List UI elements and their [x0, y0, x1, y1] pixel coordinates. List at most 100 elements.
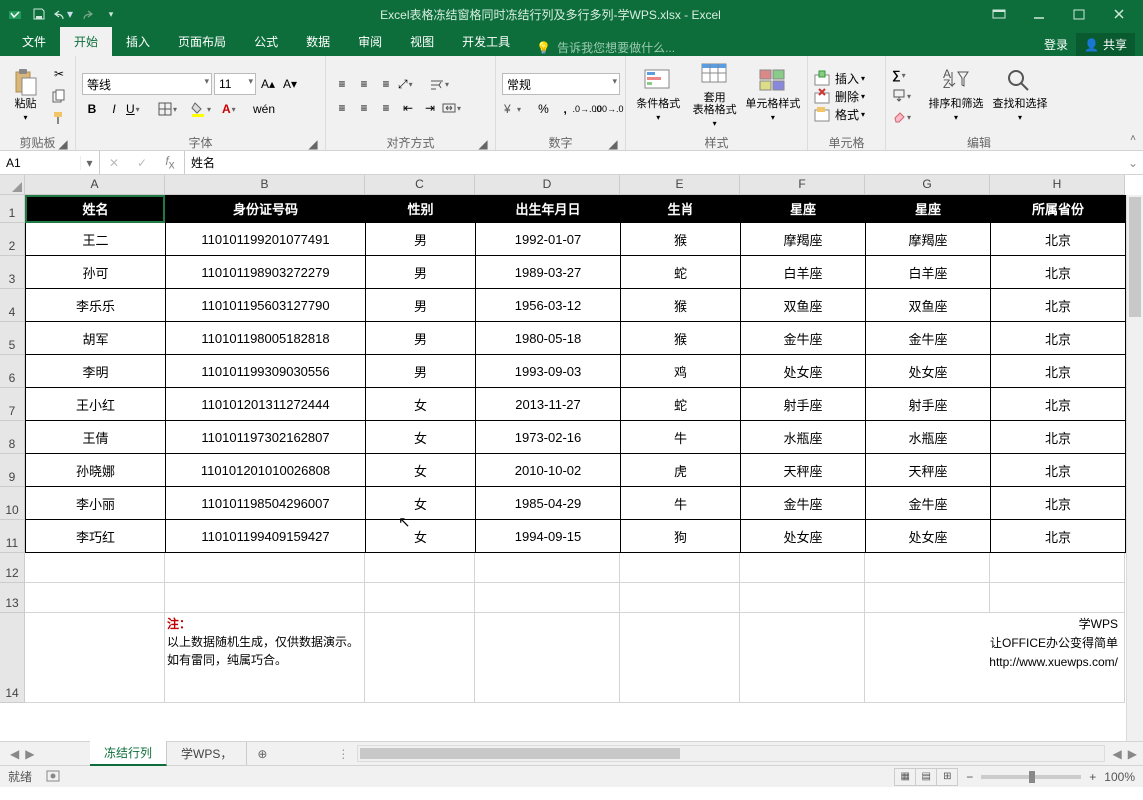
cell[interactable]: 110101195603127790: [166, 289, 366, 322]
cell[interactable]: 110101198005182818: [166, 322, 366, 355]
cell[interactable]: 110101201311272444: [166, 388, 366, 421]
cell[interactable]: 星座: [741, 195, 866, 223]
align-bottom-icon[interactable]: ≡: [376, 74, 396, 94]
cell[interactable]: 女: [366, 421, 476, 454]
col-header[interactable]: H: [990, 175, 1125, 195]
underline-button[interactable]: U: [126, 99, 156, 119]
clear-button[interactable]: [892, 107, 922, 127]
tab-developer[interactable]: 开发工具: [448, 27, 524, 56]
cell[interactable]: 1989-03-27: [476, 256, 621, 289]
cell[interactable]: [620, 553, 740, 583]
col-header[interactable]: F: [740, 175, 865, 195]
col-header[interactable]: D: [475, 175, 620, 195]
cell[interactable]: 姓名: [26, 195, 166, 223]
cell[interactable]: [865, 553, 990, 583]
autosum-button[interactable]: ∑: [892, 65, 922, 85]
cell[interactable]: 王二: [26, 223, 166, 256]
font-launcher-icon[interactable]: ◢: [307, 138, 319, 150]
sheet-tab-1[interactable]: 冻结行列: [90, 741, 167, 766]
find-select-button[interactable]: 查找和选择▾: [990, 62, 1050, 130]
cell[interactable]: 白羊座: [866, 256, 991, 289]
cell[interactable]: 水瓶座: [741, 421, 866, 454]
tab-split-handle[interactable]: ⋮: [337, 747, 349, 761]
align-middle-icon[interactable]: ≡: [354, 74, 374, 94]
decrease-indent-icon[interactable]: ⇤: [398, 98, 418, 118]
cell[interactable]: [365, 613, 475, 703]
vertical-scrollbar[interactable]: [1126, 195, 1143, 741]
cell[interactable]: 北京: [991, 421, 1126, 454]
tab-data[interactable]: 数据: [292, 27, 344, 56]
col-header[interactable]: B: [165, 175, 365, 195]
cell[interactable]: 猴: [621, 322, 741, 355]
row-header[interactable]: 10: [0, 487, 25, 520]
login-link[interactable]: 登录: [1044, 36, 1068, 53]
cell[interactable]: 110101197302162807: [166, 421, 366, 454]
cell[interactable]: 北京: [991, 454, 1126, 487]
redo-icon[interactable]: [76, 3, 98, 25]
cell[interactable]: 孙晓娜: [26, 454, 166, 487]
row-header[interactable]: 12: [0, 553, 25, 583]
col-header[interactable]: E: [620, 175, 740, 195]
number-launcher-icon[interactable]: ◢: [607, 138, 619, 150]
page-layout-view-icon[interactable]: ▤: [915, 768, 937, 786]
align-center-icon[interactable]: ≡: [354, 98, 374, 118]
font-size-dropdown[interactable]: 11: [214, 73, 256, 95]
cell[interactable]: 生肖: [621, 195, 741, 223]
select-all-triangle[interactable]: [0, 175, 25, 195]
decrease-font-icon[interactable]: A▾: [280, 74, 300, 94]
copy-icon[interactable]: [49, 86, 69, 106]
cell[interactable]: 鸡: [621, 355, 741, 388]
cell[interactable]: 李巧红: [26, 520, 166, 553]
cell[interactable]: 110101199309030556: [166, 355, 366, 388]
cell[interactable]: 北京: [991, 289, 1126, 322]
row-header[interactable]: 9: [0, 454, 25, 487]
col-header[interactable]: A: [25, 175, 165, 195]
align-top-icon[interactable]: ≡: [332, 74, 352, 94]
cancel-formula-icon[interactable]: ✕: [100, 156, 128, 170]
cell[interactable]: 星座: [866, 195, 991, 223]
cell[interactable]: [365, 583, 475, 613]
cell[interactable]: 天秤座: [866, 454, 991, 487]
col-header[interactable]: C: [365, 175, 475, 195]
cell[interactable]: 北京: [991, 223, 1126, 256]
cell[interactable]: 牛: [621, 421, 741, 454]
cell[interactable]: 金牛座: [741, 322, 866, 355]
horizontal-scrollbar[interactable]: [357, 745, 1104, 762]
hscroll-thumb[interactable]: [360, 748, 680, 759]
cell[interactable]: 水瓶座: [866, 421, 991, 454]
format-cells-button[interactable]: 格式▾: [814, 106, 865, 123]
ribbon-options-icon[interactable]: [979, 0, 1019, 28]
zoom-slider[interactable]: [981, 775, 1081, 779]
page-break-view-icon[interactable]: ⊞: [936, 768, 958, 786]
phonetic-button[interactable]: wén: [254, 99, 274, 119]
collapse-ribbon-icon[interactable]: ˄: [1125, 130, 1141, 146]
cell[interactable]: 所属省份: [991, 195, 1126, 223]
increase-indent-icon[interactable]: ⇥: [420, 98, 440, 118]
cell[interactable]: 110101199201077491: [166, 223, 366, 256]
tell-me-search[interactable]: 💡告诉我您想要做什么...: [524, 39, 1044, 56]
row-header[interactable]: 2: [0, 223, 25, 256]
control-menu-icon[interactable]: [4, 3, 26, 25]
merge-center-icon[interactable]: [442, 98, 472, 118]
row-header[interactable]: 8: [0, 421, 25, 454]
cell[interactable]: [990, 553, 1125, 583]
tab-file[interactable]: 文件: [8, 27, 60, 56]
cell[interactable]: 处女座: [741, 520, 866, 553]
tab-review[interactable]: 审阅: [344, 27, 396, 56]
cell[interactable]: 金牛座: [866, 487, 991, 520]
cell[interactable]: 男: [366, 256, 476, 289]
cell[interactable]: 白羊座: [741, 256, 866, 289]
tab-insert[interactable]: 插入: [112, 27, 164, 56]
cell[interactable]: [365, 553, 475, 583]
paste-button[interactable]: 粘贴▾: [6, 62, 45, 130]
formula-bar[interactable]: 姓名: [185, 151, 1123, 174]
cell[interactable]: 女: [366, 388, 476, 421]
cell[interactable]: [620, 583, 740, 613]
cell[interactable]: 学WPS让OFFICE办公变得简单http://www.xuewps.com/: [865, 613, 1125, 703]
cell[interactable]: 双鱼座: [741, 289, 866, 322]
row-header[interactable]: 4: [0, 289, 25, 322]
share-button[interactable]: 👤共享: [1076, 33, 1135, 56]
cell[interactable]: 猴: [621, 223, 741, 256]
cell[interactable]: 射手座: [741, 388, 866, 421]
row-header[interactable]: 6: [0, 355, 25, 388]
